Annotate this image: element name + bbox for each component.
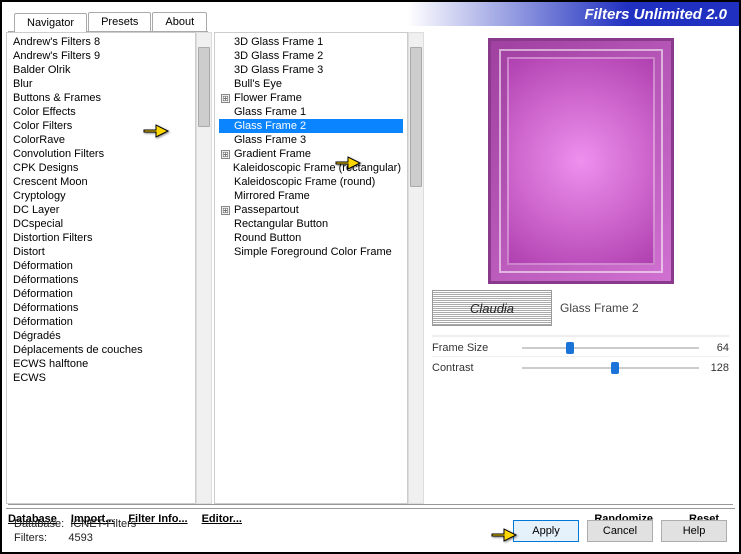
category-item[interactable]: Distort xyxy=(11,245,191,259)
help-button[interactable]: Help xyxy=(661,520,727,542)
filter-item[interactable]: Kaleidoscopic Frame (round) xyxy=(219,175,403,189)
filter-item[interactable]: 3D Glass Frame 1 xyxy=(219,35,403,49)
slider-thumb[interactable] xyxy=(611,362,619,374)
category-item[interactable]: Cryptology xyxy=(11,189,191,203)
preview-image xyxy=(488,38,674,284)
category-item[interactable]: Blur xyxy=(11,77,191,91)
category-scrollbar[interactable] xyxy=(196,32,212,504)
filter-scrollbar[interactable] xyxy=(408,32,424,504)
slider-thumb[interactable] xyxy=(566,342,574,354)
filter-item[interactable]: Kaleidoscopic Frame (rectangular) xyxy=(219,161,403,175)
filter-item-label: Glass Frame 1 xyxy=(234,106,306,118)
category-item[interactable]: ECWS halftone xyxy=(11,357,191,371)
filter-item-label: Rectangular Button xyxy=(234,218,328,230)
filter-item-label: Kaleidoscopic Frame (round) xyxy=(234,176,375,188)
category-item[interactable]: DC Layer xyxy=(11,203,191,217)
filter-item-label: Glass Frame 2 xyxy=(234,120,306,132)
category-panel: Andrew's Filters 8Andrew's Filters 9Bald… xyxy=(6,32,212,504)
category-item[interactable]: Balder Olrik xyxy=(11,63,191,77)
filter-item-label: Gradient Frame xyxy=(234,148,311,160)
filter-item[interactable]: ⊞ Flower Frame xyxy=(219,91,403,105)
category-item[interactable]: Déplacements de couches xyxy=(11,343,191,357)
category-item[interactable]: Déformations xyxy=(11,301,191,315)
filter-item[interactable]: Mirrored Frame xyxy=(219,189,403,203)
watermark-badge: Claudia xyxy=(432,290,552,326)
status-bar: Database: ICNET-Filters Filters: 4593 Ap… xyxy=(6,508,735,552)
filter-item-label: Kaleidoscopic Frame (rectangular) xyxy=(233,162,401,174)
category-item[interactable]: Déformation xyxy=(11,315,191,329)
filter-item-label: 3D Glass Frame 3 xyxy=(234,64,323,76)
tab-presets[interactable]: Presets xyxy=(88,12,151,31)
category-item[interactable]: Andrew's Filters 8 xyxy=(11,35,191,49)
slider-track[interactable] xyxy=(522,361,699,375)
preview-panel: Claudia Glass Frame 2 Frame Size 64 Contra… xyxy=(424,32,735,504)
filter-item[interactable]: Round Button xyxy=(219,231,403,245)
filter-item-label: Round Button xyxy=(234,232,301,244)
category-item[interactable]: Color Filters xyxy=(11,119,191,133)
filter-item[interactable]: Simple Foreground Color Frame xyxy=(219,245,403,259)
filter-item-label: Passepartout xyxy=(234,204,299,216)
scroll-thumb[interactable] xyxy=(198,47,210,127)
filter-item[interactable]: Glass Frame 1 xyxy=(219,105,403,119)
filter-title-row: Claudia Glass Frame 2 xyxy=(432,290,729,326)
cancel-button[interactable]: Cancel xyxy=(587,520,653,542)
category-item[interactable]: Color Effects xyxy=(11,105,191,119)
slider-track[interactable] xyxy=(522,341,699,355)
filter-item[interactable]: ⊞ Passepartout xyxy=(219,203,403,217)
slider-row: Contrast 128 xyxy=(432,356,729,376)
filter-item[interactable]: Bull's Eye xyxy=(219,77,403,91)
filter-item-label: 3D Glass Frame 1 xyxy=(234,36,323,48)
filter-item-label: Bull's Eye xyxy=(234,78,282,90)
filter-item-label: 3D Glass Frame 2 xyxy=(234,50,323,62)
slider-area: Frame Size 64 Contrast 128 xyxy=(432,336,729,376)
slider-row: Frame Size 64 xyxy=(432,336,729,356)
expand-icon[interactable]: ⊞ xyxy=(221,150,230,159)
category-list[interactable]: Andrew's Filters 8Andrew's Filters 9Bald… xyxy=(6,32,196,504)
category-item[interactable]: Distortion Filters xyxy=(11,231,191,245)
category-item[interactable]: CPK Designs xyxy=(11,161,191,175)
category-item[interactable]: Convolution Filters xyxy=(11,147,191,161)
category-item[interactable]: ColorRave xyxy=(11,133,191,147)
tab-about[interactable]: About xyxy=(152,12,207,31)
filter-name-label: Glass Frame 2 xyxy=(560,301,639,315)
filter-item-label: Glass Frame 3 xyxy=(234,134,306,146)
category-item[interactable]: Déformation xyxy=(11,259,191,273)
slider-label: Frame Size xyxy=(432,342,522,354)
category-item[interactable]: Andrew's Filters 9 xyxy=(11,49,191,63)
slider-label: Contrast xyxy=(432,362,522,374)
slider-value: 64 xyxy=(699,342,729,354)
filter-item[interactable]: Glass Frame 2 xyxy=(219,119,403,133)
filter-item[interactable]: 3D Glass Frame 3 xyxy=(219,63,403,77)
category-item[interactable]: DCspecial xyxy=(11,217,191,231)
slider-value: 128 xyxy=(699,362,729,374)
filter-item[interactable]: ⊞ Gradient Frame xyxy=(219,147,403,161)
filter-panel: 3D Glass Frame 1 3D Glass Frame 2 3D Glass… xyxy=(214,32,424,504)
filter-item-label: Mirrored Frame xyxy=(234,190,310,202)
filter-list[interactable]: 3D Glass Frame 1 3D Glass Frame 2 3D Glass… xyxy=(214,32,408,504)
category-item[interactable]: Dégradés xyxy=(11,329,191,343)
filter-item[interactable]: Rectangular Button xyxy=(219,217,403,231)
tab-bar: Navigator Presets About xyxy=(8,10,208,32)
app-title: Filters Unlimited 2.0 xyxy=(584,6,727,23)
category-item[interactable]: Crescent Moon xyxy=(11,175,191,189)
expand-icon[interactable]: ⊞ xyxy=(221,206,230,215)
category-item[interactable]: Déformation xyxy=(11,287,191,301)
filter-item[interactable]: Glass Frame 3 xyxy=(219,133,403,147)
filter-item-label: Simple Foreground Color Frame xyxy=(234,246,392,258)
tab-navigator[interactable]: Navigator xyxy=(14,13,87,32)
apply-button[interactable]: Apply xyxy=(513,520,579,542)
expand-icon[interactable]: ⊞ xyxy=(221,94,230,103)
category-item[interactable]: Déformations xyxy=(11,273,191,287)
category-item[interactable]: Buttons & Frames xyxy=(11,91,191,105)
filter-item[interactable]: 3D Glass Frame 2 xyxy=(219,49,403,63)
status-info: Database: ICNET-Filters Filters: 4593 xyxy=(14,517,136,545)
main-area: Andrew's Filters 8Andrew's Filters 9Bald… xyxy=(6,32,735,504)
category-item[interactable]: ECWS xyxy=(11,371,191,385)
dialog-buttons: Apply Cancel Help xyxy=(513,520,727,542)
scroll-thumb[interactable] xyxy=(410,47,422,187)
filter-item-label: Flower Frame xyxy=(234,92,302,104)
